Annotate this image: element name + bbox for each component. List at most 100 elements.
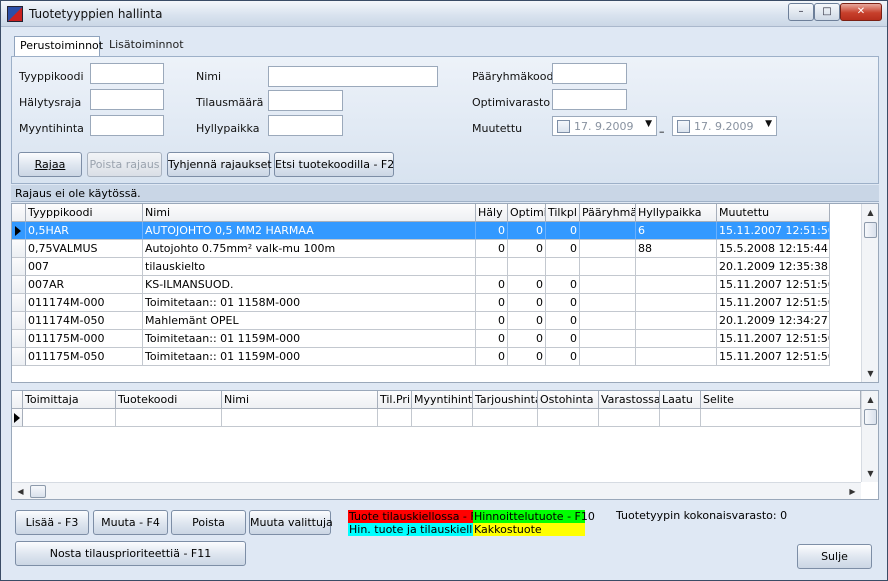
cell-tyyppikoodi[interactable]: 0,75VALMUS [26, 240, 143, 258]
cell-tilkpl[interactable]: 0 [546, 240, 580, 258]
tab-perustoiminnot[interactable]: Perustoiminnot [14, 36, 103, 56]
col-header-hyllypaikka[interactable]: Hyllypaikka [636, 204, 717, 222]
cell-paaryhma[interactable] [580, 348, 636, 366]
scroll-down-icon[interactable]: ▼ [862, 465, 878, 482]
cell-haly[interactable]: 0 [476, 348, 508, 366]
muuta-valittuja-button[interactable]: Muuta valittuja [249, 510, 333, 535]
cell-tyyppikoodi[interactable]: 011175M-000 [26, 330, 143, 348]
table-row[interactable]: 011174M-050 Mahlemänt OPEL 0 0 0 20.1.2009 12… [12, 312, 830, 330]
cell-muutettu[interactable]: 20.1.2009 12:35:38 [717, 258, 830, 276]
cell-hyllypaikka[interactable] [636, 348, 717, 366]
etsi-tuotekoodilla-button[interactable]: Etsi tuotekoodilla - F2 [274, 152, 394, 177]
supplier-grid-hscroll[interactable]: ◀ ▶ [12, 482, 861, 499]
cell-tilkpl[interactable]: 0 [546, 294, 580, 312]
rajaa-button[interactable]: Rajaa [18, 152, 82, 177]
col-header-myyntihinta[interactable]: Myyntihinta [412, 391, 473, 409]
table-cell[interactable] [660, 409, 701, 427]
cell-tilkpl[interactable] [546, 258, 580, 276]
halytysraja-field[interactable] [90, 89, 164, 110]
muuta-button[interactable]: Muuta - F4 [93, 510, 168, 535]
cell-haly[interactable] [476, 258, 508, 276]
col-header-varastossa[interactable]: Varastossa [599, 391, 660, 409]
cell-hyllypaikka[interactable]: 88 [636, 240, 717, 258]
scroll-thumb[interactable] [864, 222, 877, 238]
table-row[interactable]: 011174M-000 Toimitetaan:: 01 1158M-000 0 0 0… [12, 294, 830, 312]
col-header-laatu[interactable]: Laatu [660, 391, 701, 409]
col-header-haly[interactable]: Häly [476, 204, 508, 222]
cell-haly[interactable]: 0 [476, 240, 508, 258]
cell-tilkpl[interactable]: 0 [546, 312, 580, 330]
cell-hyllypaikka[interactable] [636, 258, 717, 276]
cell-haly[interactable]: 0 [476, 276, 508, 294]
nimi-field[interactable] [268, 66, 438, 87]
cell-paaryhma[interactable] [580, 294, 636, 312]
row-header[interactable] [12, 276, 26, 294]
cell-muutettu[interactable]: 15.11.2007 12:51:50 [717, 330, 830, 348]
scroll-thumb[interactable] [30, 485, 46, 498]
nosta-prioriteettia-button[interactable]: Nosta tilausprioriteettiä - F11 [15, 541, 246, 566]
sulje-button[interactable]: Sulje [797, 544, 872, 569]
col-header-optimi[interactable]: Optimi [508, 204, 546, 222]
date-from-checkbox[interactable] [557, 120, 570, 133]
table-cell[interactable] [412, 409, 473, 427]
cell-haly[interactable]: 0 [476, 330, 508, 348]
cell-hyllypaikka[interactable] [636, 312, 717, 330]
maximize-button[interactable]: □ [814, 3, 840, 21]
title-bar[interactable]: Tuotetyyppien hallinta – □ ✕ [1, 1, 887, 27]
table-cell[interactable] [599, 409, 660, 427]
supplier-grid-vscroll[interactable]: ▲ ▼ [861, 391, 878, 482]
myyntihinta-field[interactable] [90, 115, 164, 136]
product-type-grid[interactable]: Tyyppikoodi Nimi Häly Optimi Tilkpl Päär… [11, 203, 879, 383]
row-header[interactable] [12, 240, 26, 258]
cell-haly[interactable]: 0 [476, 222, 508, 240]
date-from-picker[interactable]: 17. 9.2009 ▼ [552, 116, 657, 136]
cell-nimi[interactable]: Autojohto 0.75mm² valk-mu 100m [143, 240, 476, 258]
col-header-tilkpl[interactable]: Tilkpl [546, 204, 580, 222]
cell-optimi[interactable]: 0 [508, 330, 546, 348]
cell-tilkpl[interactable]: 0 [546, 348, 580, 366]
hyllypaikka-field[interactable] [268, 115, 343, 136]
cell-paaryhma[interactable] [580, 258, 636, 276]
poista-rajaus-button[interactable]: Poista rajaus [87, 152, 162, 177]
table-row[interactable]: 0,75VALMUS Autojohto 0.75mm² valk-mu 100m… [12, 240, 830, 258]
row-header[interactable] [12, 330, 26, 348]
cell-paaryhma[interactable] [580, 222, 636, 240]
col-header-ostohinta[interactable]: Ostohinta [538, 391, 599, 409]
tyhjenna-rajaukset-button[interactable]: Tyhjennä rajaukset [167, 152, 272, 177]
cell-optimi[interactable]: 0 [508, 348, 546, 366]
table-row[interactable]: 007AR KS-ILMANSUOD. 0 0 0 15.11.2007 12:51:50 [12, 276, 830, 294]
table-cell[interactable] [473, 409, 538, 427]
cell-muutettu[interactable]: 15.11.2007 12:51:50 [717, 222, 830, 240]
supplier-new-row[interactable] [12, 409, 861, 427]
row-header[interactable] [12, 258, 26, 276]
col-header-nimi[interactable]: Nimi [143, 204, 476, 222]
cell-muutettu[interactable]: 20.1.2009 12:34:27 [717, 312, 830, 330]
minimize-button[interactable]: – [788, 3, 814, 21]
cell-optimi[interactable] [508, 258, 546, 276]
cell-tyyppikoodi[interactable]: 011174M-050 [26, 312, 143, 330]
scroll-left-icon[interactable]: ◀ [12, 483, 29, 499]
table-row[interactable]: 011175M-050 Toimitetaan:: 01 1159M-000 0 0 0… [12, 348, 830, 366]
tab-lisatoiminnot[interactable]: Lisätoiminnot [104, 36, 184, 56]
cell-tyyppikoodi[interactable]: 007 [26, 258, 143, 276]
close-button[interactable]: ✕ [840, 3, 882, 21]
cell-hyllypaikka[interactable] [636, 276, 717, 294]
cell-optimi[interactable]: 0 [508, 294, 546, 312]
cell-tilkpl[interactable]: 0 [546, 276, 580, 294]
date-to-checkbox[interactable] [677, 120, 690, 133]
col-header-nimi[interactable]: Nimi [222, 391, 378, 409]
product-grid-vscroll[interactable]: ▲ ▼ [861, 204, 878, 382]
cell-nimi[interactable]: Mahlemänt OPEL [143, 312, 476, 330]
table-cell[interactable] [538, 409, 599, 427]
cell-hyllypaikka[interactable] [636, 330, 717, 348]
scroll-up-icon[interactable]: ▲ [862, 391, 878, 408]
cell-paaryhma[interactable] [580, 240, 636, 258]
cell-tyyppikoodi[interactable]: 011174M-000 [26, 294, 143, 312]
chevron-down-icon[interactable]: ▼ [765, 119, 772, 129]
cell-muutettu[interactable]: 15.11.2007 12:51:50 [717, 348, 830, 366]
tyyppikoodi-field[interactable] [90, 63, 164, 84]
table-cell[interactable] [701, 409, 861, 427]
table-row[interactable]: 007 tilauskielto 20.1.2009 12:35:38 [12, 258, 830, 276]
col-header-toimittaja[interactable]: Toimittaja [23, 391, 116, 409]
poista-button[interactable]: Poista [171, 510, 246, 535]
